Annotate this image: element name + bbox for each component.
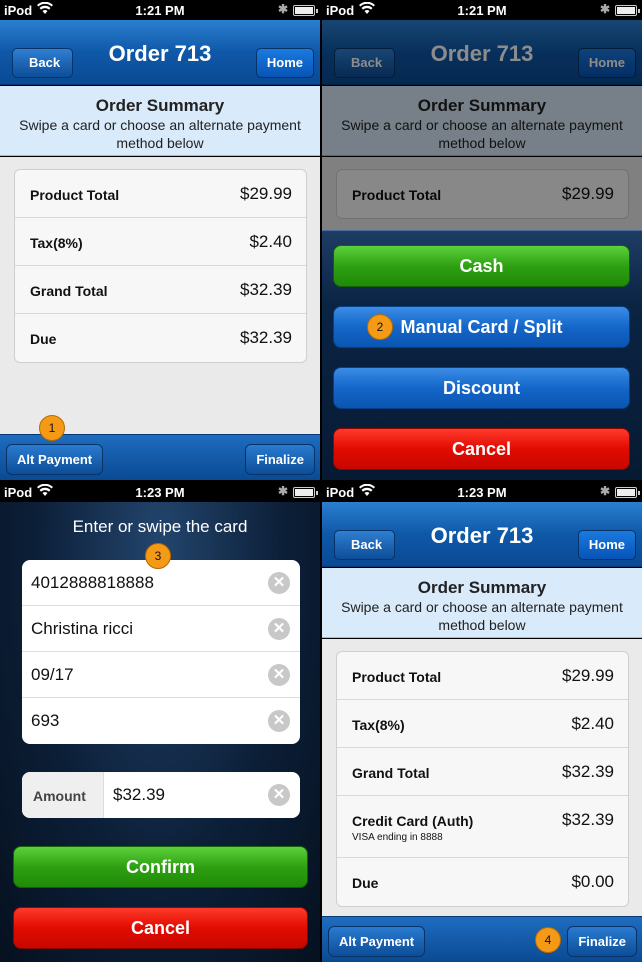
clear-icon[interactable]: ✕	[268, 572, 290, 594]
screen-order-summary: iPod 1:21 PM ✱ Back Order 713 Home Order…	[0, 0, 320, 480]
clock: 1:21 PM	[457, 3, 507, 18]
row-value: $32.39	[562, 810, 614, 829]
table-row: Grand Total $32.39	[337, 748, 628, 796]
row-label: Tax(8%)	[352, 717, 405, 733]
row-value: $32.39	[240, 280, 292, 299]
clear-icon[interactable]: ✕	[268, 618, 290, 640]
card-form: 4012888818888 ✕ Christina ricci ✕ 09/17 …	[22, 560, 300, 744]
row-value: $32.39	[240, 328, 292, 347]
summary-title: Order Summary	[417, 578, 547, 597]
battery-icon	[293, 5, 318, 16]
card-entry-background: Enter or swipe the card 4012888818888 ✕ …	[0, 502, 320, 962]
clock: 1:21 PM	[135, 3, 185, 18]
table-row: Product Total $29.99	[337, 652, 628, 700]
cardholder-name-field[interactable]: Christina ricci ✕	[22, 606, 300, 652]
clear-icon[interactable]: ✕	[268, 664, 290, 686]
screen-order-paid: iPod 1:23 PM ✱ Back Order 713 Home Order…	[322, 482, 642, 962]
table-row: Credit Card (Auth) $32.39 VISA ending in…	[337, 796, 628, 858]
content-area: Product Total $29.99 Tax(8%) $2.40 Grand…	[322, 639, 642, 916]
row-label: Tax(8%)	[30, 235, 83, 251]
row-label: Product Total	[352, 669, 442, 685]
content-area: Product Total $29.99 Tax(8%) $2.40 Grand…	[0, 157, 320, 434]
row-value: $29.99	[240, 184, 292, 203]
bluetooth-icon: ✱	[278, 484, 289, 498]
home-button[interactable]: Home	[255, 48, 314, 78]
bottom-toolbar: Alt Payment Finalize	[322, 916, 642, 962]
bluetooth-icon: ✱	[600, 484, 611, 498]
clock: 1:23 PM	[135, 485, 185, 500]
row-value: $32.39	[562, 762, 614, 781]
screen-card-entry: iPod 1:23 PM ✱ Enter or swipe the card 4…	[0, 482, 320, 962]
bluetooth-icon: ✱	[600, 2, 611, 16]
order-summary-header: Order Summary Swipe a card or choose an …	[0, 86, 320, 156]
card-entry-title: Enter or swipe the card	[72, 517, 248, 536]
bluetooth-icon: ✱	[278, 2, 289, 16]
status-bar: iPod 1:23 PM ✱	[322, 482, 642, 502]
row-label: Due	[352, 875, 379, 891]
amount-field[interactable]: Amount $32.39 ✕	[22, 772, 300, 818]
home-button[interactable]: Home	[577, 530, 636, 560]
row-label: Grand Total	[352, 765, 430, 781]
alt-payment-button[interactable]: Alt Payment	[6, 444, 104, 475]
table-row: Due $32.39	[15, 314, 306, 362]
clear-icon[interactable]: ✕	[268, 710, 290, 732]
step-badge: 3	[145, 543, 171, 569]
row-value: $29.99	[562, 666, 614, 685]
status-bar: iPod 1:23 PM ✱	[0, 482, 320, 502]
cvv-field[interactable]: 693 ✕	[22, 698, 300, 744]
row-value: $0.00	[571, 872, 614, 891]
cardholder-name-value: Christina ricci	[31, 619, 134, 638]
amount-value: $32.39	[113, 785, 165, 804]
summary-subtitle: Swipe a card or choose an alternate paym…	[341, 599, 623, 615]
step-badge: 2	[367, 314, 393, 340]
cancel-button[interactable]: Cancel	[333, 428, 630, 470]
step-badge: 4	[535, 927, 561, 953]
cvv-value: 693	[31, 711, 60, 730]
summary-subtitle-2: method below	[116, 135, 204, 151]
summary-subtitle-2: method below	[438, 617, 526, 633]
finalize-button[interactable]: Finalize	[567, 926, 637, 957]
cash-button[interactable]: Cash	[333, 245, 630, 287]
finalize-button[interactable]: Finalize	[245, 444, 315, 475]
nav-bar: Back Order 713 Home	[0, 20, 320, 85]
table-row: Due $0.00	[337, 858, 628, 906]
amount-label: Amount	[22, 772, 104, 818]
alt-payment-button[interactable]: Alt Payment	[328, 926, 426, 957]
nav-bar: Back Order 713 Home	[322, 502, 642, 567]
summary-title: Order Summary	[95, 96, 225, 115]
row-value: $2.40	[571, 714, 614, 733]
battery-icon	[293, 487, 318, 498]
table-row: Product Total $29.99	[15, 170, 306, 218]
order-table: Product Total $29.99 Tax(8%) $2.40 Grand…	[14, 169, 307, 363]
clock: 1:23 PM	[457, 485, 507, 500]
expiry-value: 09/17	[31, 665, 74, 684]
status-bar: iPod 1:21 PM ✱	[0, 0, 320, 20]
payment-action-sheet: Cash Manual Card / Split Discount Cancel	[322, 230, 642, 480]
row-note: VISA ending in 8888	[352, 832, 443, 843]
table-row: Grand Total $32.39	[15, 266, 306, 314]
confirm-button[interactable]: Confirm	[13, 846, 308, 888]
row-label: Product Total	[30, 187, 120, 203]
battery-icon	[615, 487, 640, 498]
battery-icon	[615, 5, 640, 16]
order-table: Product Total $29.99 Tax(8%) $2.40 Grand…	[336, 651, 629, 907]
screen-payment-options: iPod 1:21 PM ✱ Back Order 713 Home Order…	[322, 0, 642, 480]
summary-subtitle: Swipe a card or choose an alternate paym…	[19, 117, 301, 133]
step-badge: 1	[39, 415, 65, 441]
row-value: $2.40	[249, 232, 292, 251]
bottom-toolbar: Alt Payment Finalize	[0, 434, 320, 480]
row-label: Grand Total	[30, 283, 108, 299]
table-row: Tax(8%) $2.40	[337, 700, 628, 748]
expiry-field[interactable]: 09/17 ✕	[22, 652, 300, 698]
card-number-value: 4012888818888	[31, 573, 154, 592]
clear-icon[interactable]: ✕	[268, 784, 290, 806]
discount-button[interactable]: Discount	[333, 367, 630, 409]
row-label: Credit Card (Auth)	[352, 813, 474, 829]
order-summary-header: Order Summary Swipe a card or choose an …	[322, 568, 642, 638]
row-label: Due	[30, 331, 57, 347]
status-bar: iPod 1:21 PM ✱	[322, 0, 642, 20]
table-row: Tax(8%) $2.40	[15, 218, 306, 266]
cancel-button[interactable]: Cancel	[13, 907, 308, 949]
